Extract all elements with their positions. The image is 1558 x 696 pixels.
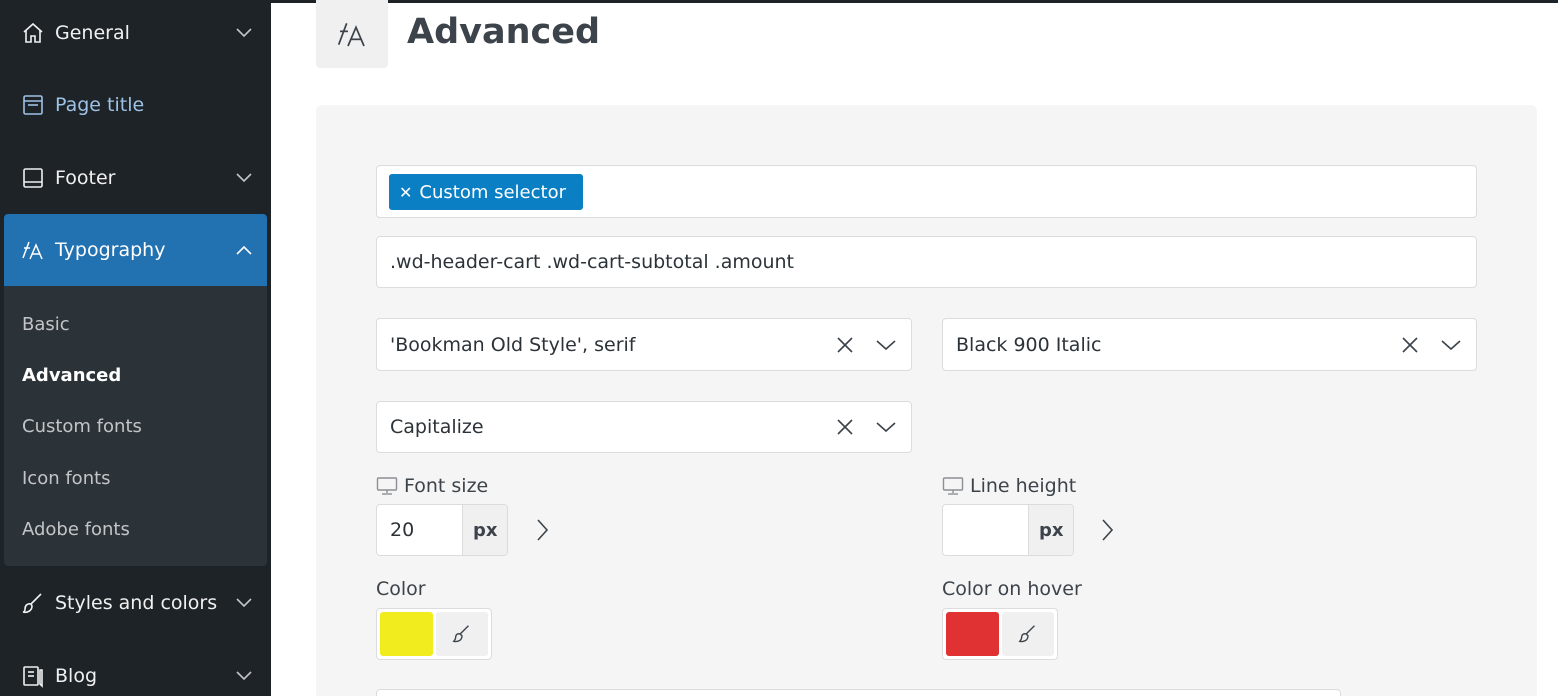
- sidebar: General Page title Footer Typography Bas…: [0, 0, 271, 696]
- tag-label: Custom selector: [419, 181, 566, 203]
- sidebar-item-footer[interactable]: Footer: [4, 142, 267, 214]
- text-transform-select[interactable]: Capitalize: [376, 401, 912, 453]
- typography-icon: [316, 0, 388, 68]
- eyedropper-icon[interactable]: [436, 612, 488, 656]
- top-border: [271, 0, 1558, 3]
- submenu-item-basic[interactable]: Basic: [22, 314, 70, 335]
- css-selector-input[interactable]: .wd-header-cart .wd-cart-subtotal .amoun…: [376, 236, 1477, 288]
- chevron-down-icon[interactable]: [875, 419, 897, 435]
- submenu-item-icon-fonts[interactable]: Icon fonts: [22, 468, 111, 489]
- chevron-down-icon[interactable]: [1440, 337, 1462, 353]
- color-label: Color: [376, 578, 426, 600]
- monitor-icon[interactable]: [942, 476, 964, 496]
- sidebar-item-label: Footer: [55, 167, 116, 189]
- blog-icon: [20, 663, 46, 689]
- page-title: Advanced: [407, 12, 601, 52]
- remove-tag-icon[interactable]: ✕: [399, 183, 412, 202]
- font-size-unit[interactable]: px: [462, 505, 507, 555]
- font-size-label: Font size: [376, 475, 488, 497]
- chevron-down-icon[interactable]: [235, 595, 253, 611]
- sidebar-item-label: General: [55, 22, 130, 44]
- submenu-item-custom-fonts[interactable]: Custom fonts: [22, 416, 142, 437]
- close-icon[interactable]: [835, 335, 855, 355]
- text-transform-value: Capitalize: [390, 416, 484, 438]
- line-height-label-text: Line height: [970, 475, 1077, 497]
- eyedropper-icon[interactable]: [1002, 612, 1054, 656]
- font-weight-value: Black 900 Italic: [956, 333, 1102, 356]
- font-weight-select[interactable]: Black 900 Italic: [942, 318, 1477, 371]
- chevron-right-icon[interactable]: [1096, 516, 1118, 544]
- sidebar-item-styles-and-colors[interactable]: Styles and colors: [4, 567, 267, 639]
- sidebar-item-blog[interactable]: Blog: [4, 640, 267, 696]
- color-swatch[interactable]: [380, 612, 433, 656]
- next-field[interactable]: [376, 689, 1341, 696]
- sidebar-item-page-title[interactable]: Page title: [4, 69, 267, 141]
- footer-icon: [20, 165, 46, 191]
- line-height-unit[interactable]: px: [1028, 505, 1073, 555]
- typography-submenu: Basic Advanced Custom fonts Icon fonts A…: [4, 286, 267, 566]
- home-icon: [20, 20, 46, 46]
- font-family-select[interactable]: 'Bookman Old Style', serif: [376, 318, 912, 371]
- chevron-down-icon[interactable]: [875, 337, 897, 353]
- css-selector-value: .wd-header-cart .wd-cart-subtotal .amoun…: [390, 251, 795, 273]
- custom-selector-tag[interactable]: ✕ Custom selector: [389, 174, 583, 210]
- color-picker: [376, 608, 492, 660]
- sidebar-item-label: Styles and colors: [55, 592, 218, 614]
- close-icon[interactable]: [835, 417, 855, 437]
- font-size-label-text: Font size: [404, 475, 489, 497]
- sidebar-item-label: Page title: [55, 94, 145, 116]
- chevron-down-icon[interactable]: [235, 170, 253, 186]
- hover-color-label: Color on hover: [942, 578, 1082, 600]
- chevron-down-icon[interactable]: [235, 25, 253, 41]
- page-title-icon: [20, 92, 46, 118]
- submenu-item-advanced[interactable]: Advanced: [22, 365, 121, 386]
- line-height-label: Line height: [942, 475, 1076, 497]
- sidebar-item-general[interactable]: General: [4, 0, 267, 69]
- font-size-input[interactable]: 20 px: [376, 504, 508, 556]
- sidebar-item-label: Blog: [55, 665, 97, 687]
- font-size-value[interactable]: 20: [377, 505, 462, 555]
- sidebar-item-label: Typography: [55, 239, 166, 261]
- hover-color-swatch[interactable]: [946, 612, 999, 656]
- sidebar-item-typography[interactable]: Typography: [4, 214, 267, 286]
- chevron-up-icon[interactable]: [235, 242, 253, 258]
- submenu-item-adobe-fonts[interactable]: Adobe fonts: [22, 519, 130, 540]
- chevron-down-icon[interactable]: [235, 668, 253, 684]
- selector-tags-field[interactable]: ✕ Custom selector: [376, 165, 1477, 218]
- monitor-icon[interactable]: [376, 476, 398, 496]
- close-icon[interactable]: [1400, 335, 1420, 355]
- hover-color-picker: [942, 608, 1058, 660]
- line-height-input[interactable]: px: [942, 504, 1074, 556]
- typography-icon: [20, 237, 46, 263]
- chevron-right-icon[interactable]: [531, 516, 553, 544]
- line-height-value[interactable]: [943, 505, 1028, 555]
- font-family-value: 'Bookman Old Style', serif: [390, 333, 636, 356]
- brush-icon: [20, 590, 46, 616]
